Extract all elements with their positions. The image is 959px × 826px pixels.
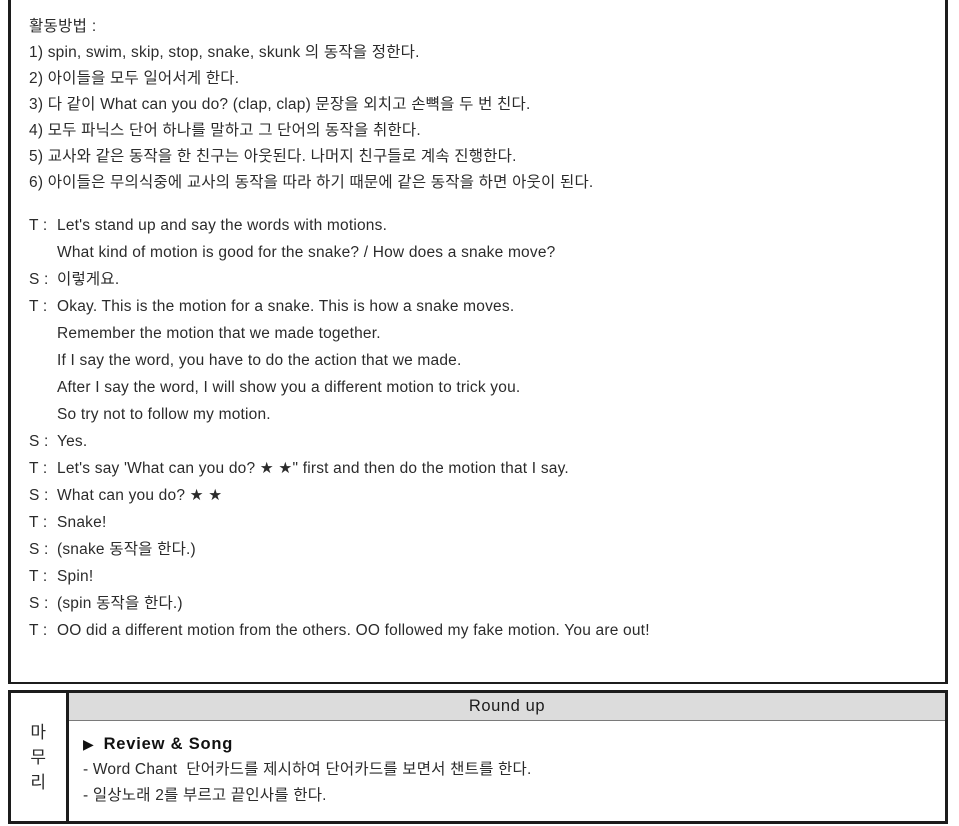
- dialogue-text: (spin 동작을 한다.): [57, 595, 183, 612]
- activity-step-3: 3) 다 같이 What can you do? (clap, clap) 문장…: [29, 96, 531, 113]
- roundup-line-2: - 일상노래 2를 부르고 끝인사를 한다.: [83, 787, 327, 804]
- activity-step-4: 4) 모두 파닉스 단어 하나를 말하고 그 단어의 동작을 취한다.: [29, 122, 421, 139]
- stage-label-char-2: 무: [30, 747, 47, 767]
- dialogue-speaker: T :: [29, 622, 48, 639]
- dialogue-line: S : (spin 동작을 한다.): [29, 590, 929, 617]
- roundup-activity-heading-label: Review & Song: [103, 735, 234, 753]
- dialogue-text: What kind of motion is good for the snak…: [57, 244, 556, 261]
- dialogue-line: T : If I say the word, you have to do th…: [29, 347, 929, 374]
- dialogue-text: Snake!: [57, 514, 107, 531]
- dialogue-text: Remember the motion that we made togethe…: [57, 325, 381, 342]
- dialogue-line: T : What kind of motion is good for the …: [29, 239, 929, 266]
- worksheet-page: 활동방법 : 1) spin, swim, skip, stop, snake,…: [0, 0, 959, 826]
- roundup-line-1: - Word Chant 단어카드를 제시하여 단어카드를 보면서 챈트를 한다…: [83, 761, 532, 778]
- dialogue-text: So try not to follow my motion.: [57, 406, 271, 423]
- dialogue-line: T : Snake!: [29, 509, 929, 536]
- stage-label-char-3: 리: [30, 772, 47, 792]
- dialogue-text: (snake 동작을 한다.): [57, 541, 196, 558]
- stage-label-column: 마 무 리: [11, 693, 69, 821]
- dialogue-text: What can you do? ★ ★: [57, 487, 223, 504]
- activity-step-6: 6) 아이들은 무의식중에 교사의 동작을 따라 하기 때문에 같은 동작을 하…: [29, 174, 594, 191]
- activity-inner: 활동방법 : 1) spin, swim, skip, stop, snake,…: [11, 0, 945, 644]
- dialogue-speaker: T :: [29, 298, 48, 315]
- dialogue-text: Yes.: [57, 433, 88, 450]
- activity-method-title: 활동방법 :: [29, 18, 97, 35]
- dialogue-line: T : OO did a different motion from the o…: [29, 617, 929, 644]
- dialogue-line: T : Let's say 'What can you do? ★ ★" fir…: [29, 455, 929, 482]
- dialogue-block: T : Let's stand up and say the words wit…: [29, 212, 929, 644]
- dialogue-text: Okay. This is the motion for a snake. Th…: [57, 298, 515, 315]
- dialogue-line: T : Remember the motion that we made tog…: [29, 320, 929, 347]
- dialogue-text: Let's stand up and say the words with mo…: [57, 217, 388, 234]
- dialogue-text: OO did a different motion from the other…: [57, 622, 650, 639]
- roundup-activity-heading: ▶ Review & Song: [83, 731, 945, 757]
- dialogue-text: Spin!: [57, 568, 94, 585]
- dialogue-text: If I say the word, you have to do the ac…: [57, 352, 462, 369]
- dialogue-line: S : 이렇게요.: [29, 266, 929, 293]
- dialogue-speaker: S :: [29, 271, 49, 288]
- dialogue-speaker: S :: [29, 433, 49, 450]
- dialogue-text: 이렇게요.: [57, 271, 120, 288]
- activity-step-1: 1) spin, swim, skip, stop, snake, skunk …: [29, 44, 420, 61]
- dialogue-speaker: T :: [29, 568, 48, 585]
- dialogue-line: T : After I say the word, I will show yo…: [29, 374, 929, 401]
- dialogue-speaker: S :: [29, 595, 49, 612]
- dialogue-line: T : Spin!: [29, 563, 929, 590]
- dialogue-speaker: S :: [29, 541, 49, 558]
- stage-label-char-1: 마: [30, 722, 47, 742]
- dialogue-speaker: S :: [29, 487, 49, 504]
- dialogue-line: S : (snake 동작을 한다.): [29, 536, 929, 563]
- roundup-header-bar: Round up: [69, 693, 945, 721]
- activity-section: 활동방법 : 1) spin, swim, skip, stop, snake,…: [8, 0, 948, 684]
- dialogue-line: T : So try not to follow my motion.: [29, 401, 929, 428]
- roundup-content: ▶ Review & Song - Word Chant 단어카드를 제시하여 …: [69, 721, 945, 821]
- dialogue-line: T : Okay. This is the motion for a snake…: [29, 293, 929, 320]
- triangle-right-icon: ▶: [83, 736, 95, 752]
- roundup-body: Round up ▶ Review & Song - Word Chant 단어…: [69, 693, 945, 821]
- activity-step-5: 5) 교사와 같은 동작을 한 친구는 아웃된다. 나머지 친구들로 계속 진행…: [29, 148, 517, 165]
- roundup-header-title: Round up: [468, 697, 546, 715]
- dialogue-text: Let's say 'What can you do? ★ ★" first a…: [57, 460, 569, 477]
- activity-step-2: 2) 아이들을 모두 일어서게 한다.: [29, 70, 240, 87]
- dialogue-line: S : Yes.: [29, 428, 929, 455]
- dialogue-speaker: T :: [29, 217, 48, 234]
- roundup-section: 마 무 리 Round up ▶ Review & Song - Word Ch…: [8, 690, 948, 824]
- dialogue-speaker: T :: [29, 514, 48, 531]
- dialogue-speaker: T :: [29, 460, 48, 477]
- dialogue-line: T : Let's stand up and say the words wit…: [29, 212, 929, 239]
- dialogue-text: After I say the word, I will show you a …: [57, 379, 521, 396]
- dialogue-line: S : What can you do? ★ ★: [29, 482, 929, 509]
